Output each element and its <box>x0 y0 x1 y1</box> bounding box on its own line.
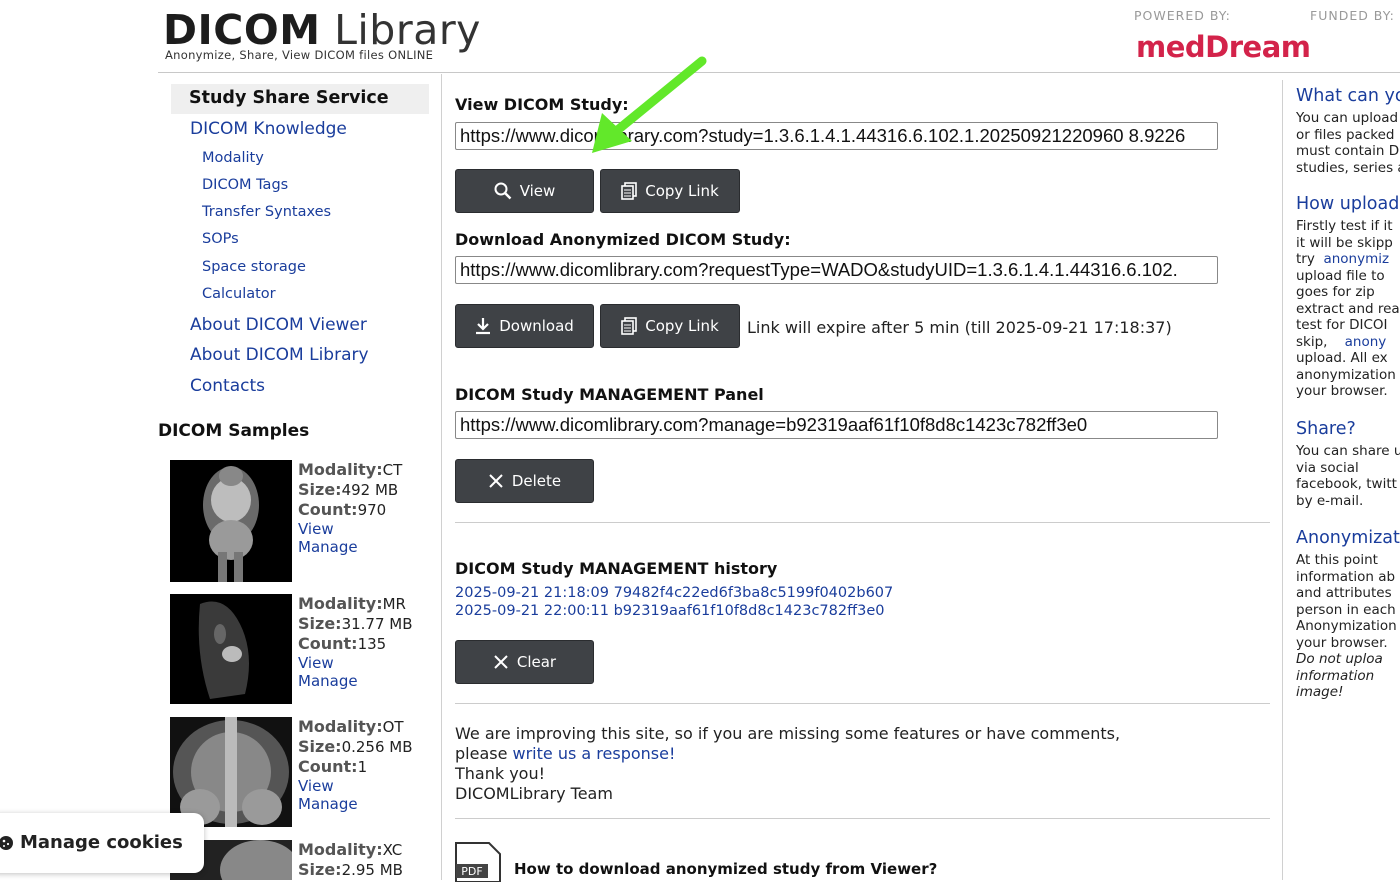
sample-size: 492 MB <box>341 481 399 499</box>
header-divider <box>158 72 1400 73</box>
right-text-what-can: You can upload or files packed must contai… <box>1296 110 1400 176</box>
sample-view-link[interactable]: View <box>298 520 402 538</box>
sample-count: 135 <box>357 635 387 653</box>
right-text-how-upload: Firstly test if it it will be skipp try … <box>1296 218 1400 399</box>
meddream-logo[interactable]: medDream <box>1136 30 1311 64</box>
sample-modality: XC <box>382 841 403 859</box>
history-heading: DICOM Study MANAGEMENT history <box>455 559 778 578</box>
right-heading-share: Share? <box>1296 419 1356 439</box>
nav-item-sops[interactable]: SOPs <box>202 231 239 247</box>
manage-url-field[interactable]: https://www.dicomlibrary.com?manage=b923… <box>455 411 1218 439</box>
nav-item-study-share[interactable]: Study Share Service <box>171 84 429 114</box>
site-tagline: Anonymize, Share, View DICOM files ONLIN… <box>165 48 434 62</box>
sample-size: 2.95 MB <box>341 861 403 879</box>
nav-item-modality[interactable]: Modality <box>202 150 264 166</box>
svg-text:PDF: PDF <box>461 865 482 878</box>
samples-heading: DICOM Samples <box>158 421 310 441</box>
write-response-link[interactable]: write us a response! <box>513 744 676 763</box>
nav-item-about-viewer[interactable]: About DICOM Viewer <box>190 315 367 335</box>
sample-count: 1 <box>357 758 368 776</box>
powered-by-label: POWERED BY: <box>1134 8 1231 23</box>
sample-view-link[interactable]: View <box>298 777 413 795</box>
right-text-share: You can share u via social facebook, twitt… <box>1296 443 1400 509</box>
sample-thumbnail-mr[interactable] <box>170 594 292 704</box>
history-entry[interactable]: 2025-09-21 22:00:11 b92319aaf61f10f8d8c1… <box>455 603 884 619</box>
close-icon <box>494 655 508 669</box>
sample-modality: OT <box>382 718 404 736</box>
cookie-icon <box>0 836 13 850</box>
close-icon <box>489 474 503 488</box>
download-study-url-field[interactable]: https://www.dicomlibrary.com?requestType… <box>455 256 1218 284</box>
nav-item-space-storage[interactable]: Space storage <box>202 259 306 275</box>
pdf-icon[interactable]: PDF <box>455 842 501 882</box>
section-divider <box>455 522 1270 523</box>
sample-thumbnail-ot[interactable] <box>170 717 292 827</box>
sample-thumbnail-ct[interactable] <box>170 460 292 582</box>
view-study-url-field[interactable]: https://www.dicomlibrary.com?study=1.3.6… <box>455 122 1218 150</box>
download-icon <box>476 318 491 335</box>
sample-manage-link[interactable]: Manage <box>298 795 413 813</box>
management-panel-heading: DICOM Study MANAGEMENT Panel <box>455 385 764 404</box>
right-column-divider <box>1282 80 1283 880</box>
download-study-heading: Download Anonymized DICOM Study: <box>455 230 791 249</box>
copy-view-link-button[interactable]: Copy Link <box>600 169 740 213</box>
nav-item-transfer-syntaxes[interactable]: Transfer Syntaxes <box>202 204 331 220</box>
sample-modality: MR <box>382 595 406 613</box>
copy-download-link-button[interactable]: Copy Link <box>600 304 740 348</box>
download-button[interactable]: Download <box>455 304 594 348</box>
link-expiry-note: Link will expire after 5 min (till 2025-… <box>747 318 1172 337</box>
nav-item-about-library[interactable]: About DICOM Library <box>190 345 369 365</box>
left-column-divider <box>441 74 442 880</box>
right-heading-anonymization: Anonymizati <box>1296 528 1400 548</box>
annotation-arrow-icon <box>592 56 707 153</box>
sample-manage-link[interactable]: Manage <box>298 538 402 556</box>
right-heading-what-can: What can yo <box>1296 86 1400 106</box>
funded-by-label: FUNDED BY: <box>1310 8 1395 23</box>
nav-item-dicom-knowledge[interactable]: DICOM Knowledge <box>190 119 347 139</box>
pdf-guide-title[interactable]: How to download anonymized study from Vi… <box>514 860 937 878</box>
nav-item-dicom-tags[interactable]: DICOM Tags <box>202 177 288 193</box>
clear-history-button[interactable]: Clear <box>455 640 594 684</box>
anonymize-link[interactable]: anony <box>1345 334 1387 350</box>
section-divider <box>455 818 1270 819</box>
view-button[interactable]: View <box>455 169 594 213</box>
nav-item-calculator[interactable]: Calculator <box>202 286 276 302</box>
sample-size: 31.77 MB <box>341 615 413 633</box>
sample-modality: CT <box>382 461 403 479</box>
sample-view-link[interactable]: View <box>298 654 413 672</box>
nav-item-contacts[interactable]: Contacts <box>190 376 265 396</box>
anonymize-link[interactable]: anonymiz <box>1323 251 1389 267</box>
search-icon <box>494 182 512 200</box>
sample-count: 970 <box>357 501 387 519</box>
history-entry[interactable]: 2025-09-21 21:18:09 79482f4c22ed6f3ba8c5… <box>455 585 893 601</box>
delete-button[interactable]: Delete <box>455 459 594 503</box>
section-divider <box>455 703 1270 704</box>
copy-icon <box>621 317 638 335</box>
sample-manage-link[interactable]: Manage <box>298 672 413 690</box>
copy-icon <box>621 182 638 200</box>
right-heading-how-upload: How upload <box>1296 194 1400 214</box>
manage-cookies-button[interactable]: Manage cookies <box>0 813 204 873</box>
right-text-anonymization: At this point information ab and attribute… <box>1296 552 1397 700</box>
sample-size: 0.256 MB <box>341 738 413 756</box>
feedback-message: We are improving this site, so if you ar… <box>455 724 1121 803</box>
site-logo[interactable]: DICOM Library <box>163 6 481 54</box>
